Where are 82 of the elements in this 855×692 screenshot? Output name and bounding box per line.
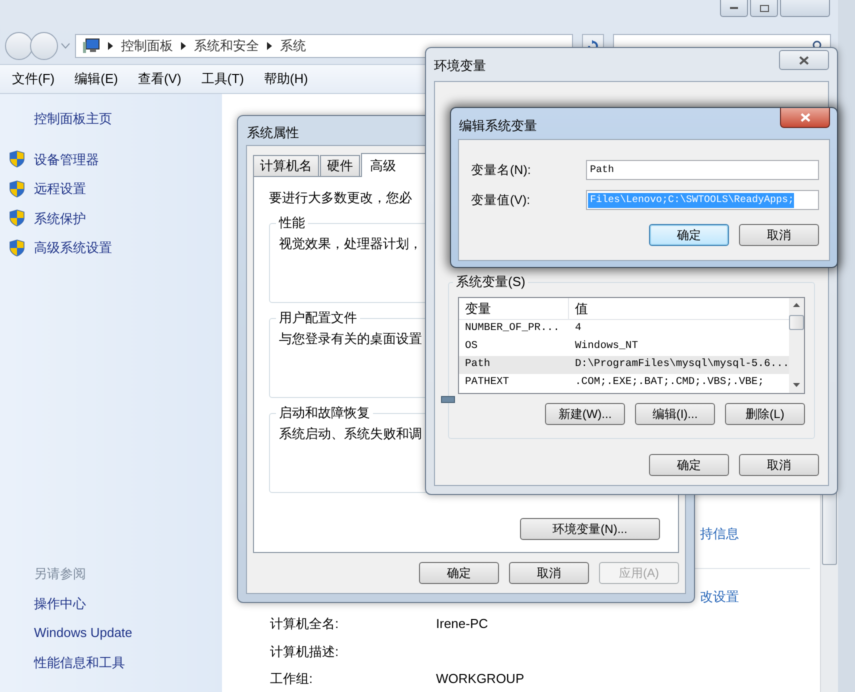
- group-text: 视觉效果，处理器计划，: [279, 234, 422, 252]
- breadcrumb-item[interactable]: 系统和安全: [194, 36, 259, 56]
- dialog-title: 环境变量: [434, 57, 486, 75]
- tab[interactable]: 硬件: [320, 155, 360, 176]
- field-value: Irene-PC: [436, 616, 488, 631]
- maximize-button[interactable]: [750, 0, 778, 17]
- dialog-button[interactable]: 取消: [739, 224, 819, 246]
- computer-icon: [82, 38, 100, 54]
- intro-text: 要进行大多数更改，您必: [269, 189, 412, 207]
- field-value: WORKGROUP: [436, 670, 524, 686]
- minimize-button[interactable]: [720, 0, 748, 17]
- dialog-title: 系统属性: [246, 124, 299, 142]
- group-title: 性能: [276, 214, 308, 230]
- group-text: 系统启动、系统失败和调: [279, 424, 422, 442]
- field-label: 变量名(N):: [471, 162, 532, 179]
- shield-icon: [9, 150, 25, 168]
- variable-name: OS: [464, 339, 479, 354]
- list-row[interactable]: Path D:\ProgramFiles\mysql\mysql-5.6...: [459, 356, 790, 374]
- close-button[interactable]: [779, 50, 829, 70]
- field-label: 计算机描述:: [270, 642, 340, 660]
- list-row[interactable]: NUMBER_OF_PR... 4: [459, 320, 790, 338]
- dialog-button[interactable]: 新建(W)...: [545, 403, 625, 425]
- variable-name: Path: [464, 357, 492, 372]
- scroll-up-icon[interactable]: [793, 303, 800, 307]
- sidebar-link[interactable]: 操作中心: [34, 594, 222, 613]
- list-row[interactable]: OS Windows_NT: [459, 338, 790, 356]
- scroll-down-icon[interactable]: [793, 383, 800, 387]
- breadcrumb-item[interactable]: 系统: [280, 36, 306, 56]
- dialog-button[interactable]: 删除(L): [725, 403, 805, 425]
- column-header[interactable]: 值: [569, 298, 790, 319]
- section-heading: 另请参阅: [34, 565, 87, 583]
- sidebar-link[interactable]: 性能信息和工具: [34, 652, 222, 672]
- grip-icon: [441, 396, 455, 403]
- group-title: 启动和故障恢复: [276, 404, 373, 420]
- menu-item[interactable]: 工具(T): [201, 69, 244, 89]
- close-icon: [799, 56, 809, 64]
- dialog-button[interactable]: 取消: [509, 562, 589, 584]
- menu-item[interactable]: 帮助(H): [264, 69, 308, 89]
- menu-item[interactable]: 查看(V): [138, 69, 182, 89]
- close-button[interactable]: [780, 108, 830, 128]
- variable-value: D:\ProgramFiles\mysql\mysql-5.6...: [574, 357, 790, 372]
- field-label: 工作组:: [270, 670, 314, 688]
- dialog-button[interactable]: 编辑(I)...: [635, 403, 715, 425]
- dialog-button[interactable]: 确定: [419, 562, 499, 584]
- sidebar-link[interactable]: 远程设置: [34, 179, 86, 198]
- group-text: 与您登录有关的桌面设置: [279, 330, 422, 348]
- sidebar-link[interactable]: 控制面板主页: [0, 109, 222, 128]
- text-field[interactable]: Path: [586, 160, 819, 180]
- field-label: 变量值(V):: [471, 192, 532, 209]
- variable-value: 4: [574, 321, 582, 336]
- field-label: 计算机全名:: [270, 615, 340, 633]
- shield-icon: [9, 238, 25, 257]
- breadcrumb-item[interactable]: 控制面板: [121, 36, 173, 56]
- chevron-icon: [181, 42, 186, 50]
- menu-item[interactable]: 编辑(E): [74, 69, 118, 89]
- sidebar-link[interactable]: 高级系统设置: [34, 238, 112, 258]
- group-title: 用户配置文件: [276, 310, 360, 326]
- menu-item[interactable]: 文件(F): [12, 69, 55, 89]
- chevron-icon: [108, 42, 113, 50]
- column-header[interactable]: 变量: [459, 298, 569, 319]
- environment-variables-button[interactable]: 环境变量(N)...: [520, 518, 660, 540]
- scroll-thumb[interactable]: [789, 315, 804, 330]
- sidebar-link[interactable]: Windows Update: [34, 623, 222, 642]
- chevron-icon: [267, 42, 272, 50]
- list-row[interactable]: PATHEXT .COM;.EXE;.BAT;.CMD;.VBS;.VBE;: [459, 374, 790, 392]
- change-settings-link[interactable]: 改设置: [700, 586, 739, 606]
- close-icon: [800, 113, 810, 122]
- dialog-title: 编辑系统变量: [458, 117, 537, 135]
- variable-value: .COM;.EXE;.BAT;.CMD;.VBS;.VBE;: [574, 375, 764, 390]
- variable-name: NUMBER_OF_PR...: [464, 321, 561, 336]
- dialog-button[interactable]: 取消: [739, 454, 819, 476]
- sidebar-link[interactable]: 系统保护: [34, 208, 86, 228]
- dialog-button[interactable]: 确定: [649, 224, 729, 246]
- variable-value: Windows_NT: [574, 339, 638, 354]
- support-link[interactable]: 持信息: [700, 524, 820, 544]
- group-title: 系统变量(S): [453, 274, 528, 290]
- shield-icon: [9, 180, 25, 198]
- dialog-button[interactable]: 确定: [649, 454, 729, 476]
- shield-icon: [9, 209, 25, 228]
- tab[interactable]: 计算机名: [253, 155, 319, 176]
- variable-name: PATHEXT: [464, 375, 510, 390]
- sidebar-link[interactable]: 设备管理器: [34, 150, 99, 169]
